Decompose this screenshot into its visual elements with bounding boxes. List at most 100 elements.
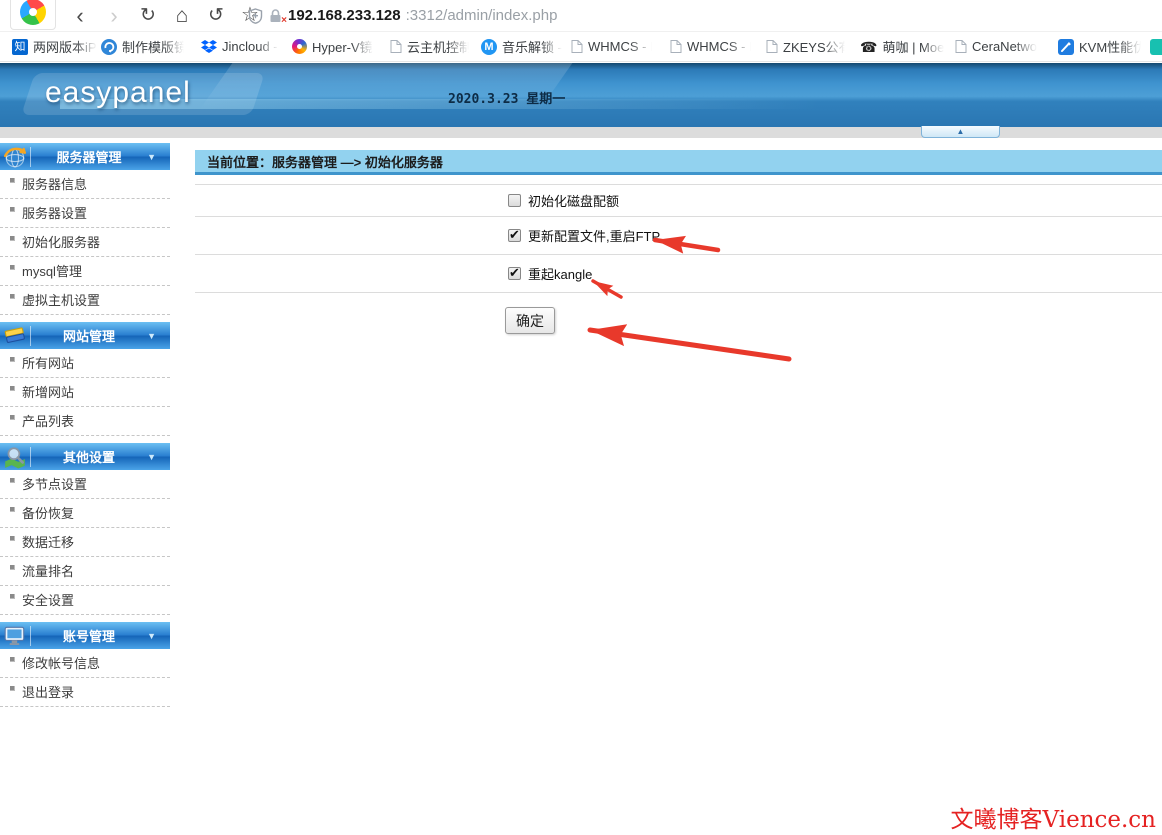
sidebar-item-data-migration[interactable]: 数据迁移: [0, 528, 170, 557]
bookmark-ceranetworks[interactable]: CeraNetwo: [955, 32, 1037, 61]
bullet-icon: [10, 207, 15, 212]
banner-date: 2020.3.23 星期一: [448, 88, 565, 107]
books-icon: [3, 324, 27, 348]
option-label: 更新配置文件,重启FTP: [528, 226, 660, 245]
globe-icon: [3, 145, 27, 169]
sidebar-item-backup-restore[interactable]: 备份恢复: [0, 499, 170, 528]
bullet-icon: [10, 265, 15, 270]
sidebar-item-security-settings[interactable]: 安全设置: [0, 586, 170, 615]
option-row-update-config: ✔ 更新配置文件,重启FTP: [195, 217, 1162, 255]
confirm-button[interactable]: 确定: [505, 307, 555, 334]
checkbox-init-quota[interactable]: ✔: [508, 194, 521, 207]
bullet-icon: [10, 686, 15, 691]
watermark: 文曦博客Vience.cn: [951, 800, 1156, 834]
option-label: 重起kangle: [528, 264, 592, 283]
bullet-icon: [10, 294, 15, 299]
chevron-down-icon: ▼: [147, 631, 156, 641]
bullet-icon: [10, 478, 15, 483]
bookmark-music[interactable]: M 音乐解锁 -: [481, 32, 562, 61]
bullet-icon: [10, 657, 15, 662]
bullet-icon: [10, 565, 15, 570]
bullet-icon: [10, 178, 15, 183]
url-host: 192.168.233.128: [288, 7, 401, 24]
bullet-icon: [10, 536, 15, 541]
bullet-icon: [10, 236, 15, 241]
bullet-icon: [10, 357, 15, 362]
option-row-restart-kangle: ✔ 重起kangle: [195, 255, 1162, 293]
monitor-icon: [3, 624, 27, 648]
dropbox-icon: [201, 40, 217, 54]
sidebar-section-account-mgmt[interactable]: 账号管理 ▼: [0, 622, 170, 649]
checkbox-restart-kangle[interactable]: ✔: [508, 267, 521, 280]
bookmark-moe[interactable]: ☎ 萌咖 | Moe: [860, 32, 944, 61]
url-path: :3312/admin/index.php: [406, 7, 558, 24]
collapse-header-tab[interactable]: ▲: [921, 126, 1000, 138]
sidebar-item-vhost-settings[interactable]: 虚拟主机设置: [0, 286, 170, 315]
bookmark-cloudhost[interactable]: 云主机控制: [390, 32, 469, 61]
bookmarks-bar: 知 两网版本iPh 制作模版镜 Jincloud - Hyper-V镜 云主机控…: [0, 31, 1162, 62]
chevron-down-icon: ▼: [147, 452, 156, 462]
easypanel-logo: easypanel: [45, 76, 191, 110]
browser-logo-icon: [20, 0, 46, 25]
bookmark-zhihu[interactable]: 知 两网版本iPh: [12, 32, 97, 61]
sidebar-section-other-settings[interactable]: 其他设置 ▼: [0, 443, 170, 470]
sidebar-section-website-mgmt[interactable]: 网站管理 ▼: [0, 322, 170, 349]
page-icon: [571, 39, 583, 54]
bookmark-hyperv[interactable]: Hyper-V镜: [292, 32, 373, 61]
main-content: 当前位置：服务器管理 —> 初始化服务器 ✔ 初始化磁盘配额 ✔ 更新配置文件,…: [195, 150, 1162, 293]
insecure-lock-icon: ×: [268, 8, 283, 24]
address-bar[interactable]: × 192.168.233.128 :3312/admin/index.php: [248, 0, 557, 31]
zhihu-icon: 知: [12, 39, 28, 55]
kvm-pen-icon: [1058, 39, 1074, 55]
page-icon: [390, 39, 402, 54]
sidebar: 服务器管理 ▼ 服务器信息 服务器设置 初始化服务器 mysql管理 虚拟主机设…: [0, 143, 170, 707]
browser-toolbar: ‹ › ↻ ⌂ ↺ ☆ × 192.168.233.128:3312/admin…: [0, 0, 1162, 31]
sidebar-item-all-sites[interactable]: 所有网站: [0, 349, 170, 378]
sidebar-section-server-mgmt[interactable]: 服务器管理 ▼: [0, 143, 170, 170]
bookmark-whmcs-2[interactable]: WHMCS - L: [670, 32, 751, 61]
undo-icon[interactable]: ↺: [206, 0, 226, 31]
arrow-confirm-button: [590, 330, 789, 359]
bookmark-whmcs-1[interactable]: WHMCS - L: [571, 32, 652, 61]
sidebar-item-edit-account[interactable]: 修改帐号信息: [0, 649, 170, 678]
checkbox-update-config[interactable]: ✔: [508, 229, 521, 242]
sidebar-item-traffic-rank[interactable]: 流量排名: [0, 557, 170, 586]
breadcrumb-bar: 当前位置：服务器管理 —> 初始化服务器: [195, 150, 1162, 175]
bookmark-kvm[interactable]: KVM性能优: [1058, 32, 1141, 61]
collapse-arrow-icon: ▲: [957, 128, 965, 136]
bullet-icon: [10, 594, 15, 599]
sidebar-item-logout[interactable]: 退出登录: [0, 678, 170, 707]
bookmark-template[interactable]: 制作模版镜: [101, 32, 184, 61]
page-icon: [766, 39, 778, 54]
sidebar-item-product-list[interactable]: 产品列表: [0, 407, 170, 436]
bookmark-jincloud[interactable]: Jincloud -: [201, 32, 278, 61]
blue-circle-arrow-icon: [101, 39, 117, 55]
page-icon: [670, 39, 682, 54]
option-row-init-quota: ✔ 初始化磁盘配额: [195, 185, 1162, 217]
phone-icon: ☎: [860, 39, 877, 55]
map-magnifier-icon: [3, 445, 27, 469]
easypanel-banner: easypanel 2020.3.23 星期一: [0, 63, 1162, 127]
option-label: 初始化磁盘配额: [528, 191, 619, 210]
sidebar-item-server-settings[interactable]: 服务器设置: [0, 199, 170, 228]
bookmark-overflow-icon[interactable]: [1150, 39, 1162, 55]
chevron-down-icon: ▼: [147, 152, 156, 162]
forward-icon[interactable]: ›: [104, 0, 124, 31]
bookmark-zkeys[interactable]: ZKEYS公有: [766, 32, 845, 61]
page-icon: [955, 39, 967, 54]
sidebar-item-server-info[interactable]: 服务器信息: [0, 170, 170, 199]
sidebar-item-init-server[interactable]: 初始化服务器: [0, 228, 170, 257]
sidebar-item-mysql[interactable]: mysql管理: [0, 257, 170, 286]
bullet-icon: [10, 386, 15, 391]
breadcrumb: 当前位置：服务器管理 —> 初始化服务器: [207, 152, 443, 171]
browser-logo[interactable]: [10, 0, 56, 30]
home-icon[interactable]: ⌂: [172, 0, 192, 31]
refresh-icon[interactable]: ↻: [138, 0, 158, 31]
back-icon[interactable]: ‹: [70, 0, 90, 31]
bullet-icon: [10, 507, 15, 512]
sidebar-item-new-site[interactable]: 新增网站: [0, 378, 170, 407]
hyperv-icon: [292, 39, 307, 54]
sidebar-item-multinode[interactable]: 多节点设置: [0, 470, 170, 499]
shield-plus-icon[interactable]: [248, 8, 263, 24]
music-icon: M: [481, 39, 497, 55]
